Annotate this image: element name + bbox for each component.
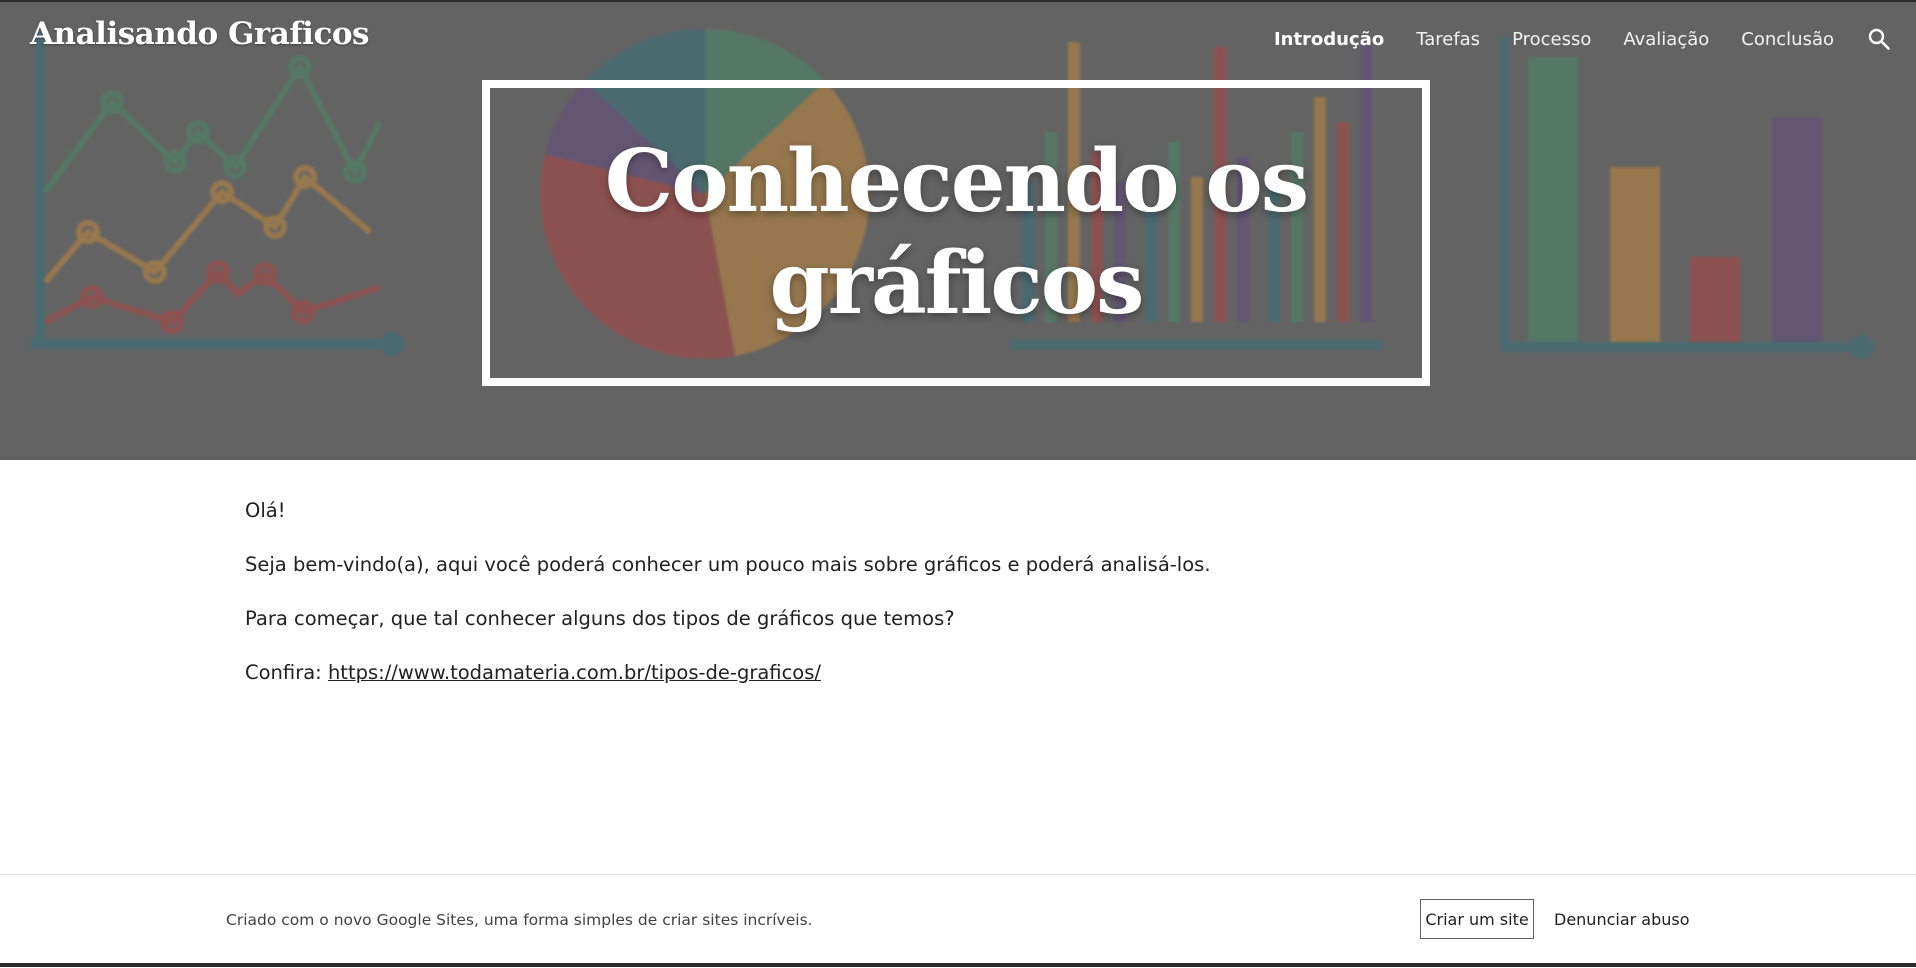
report-abuse-link[interactable]: Denunciar abuso bbox=[1554, 910, 1690, 929]
search-button[interactable] bbox=[1864, 24, 1894, 54]
nav-item-tarefas[interactable]: Tarefas bbox=[1416, 29, 1480, 50]
nav-item-introducao[interactable]: Introdução bbox=[1274, 29, 1384, 50]
footer-credit-text: Criado com o novo Google Sites, uma form… bbox=[226, 911, 813, 929]
main-content: Olá! Seja bem-vindo(a), aqui você poderá… bbox=[245, 498, 1445, 714]
window-bottom-edge bbox=[0, 963, 1916, 967]
site-title[interactable]: Analisando Graficos bbox=[30, 16, 369, 52]
nav-item-avaliacao[interactable]: Avaliação bbox=[1623, 29, 1709, 50]
page-title: Conhecendo os gráficos bbox=[604, 131, 1309, 334]
search-icon bbox=[1868, 28, 1890, 50]
confira-paragraph: Confira: https://www.todamateria.com.br/… bbox=[245, 660, 1445, 686]
question-text: Para começar, que tal conhecer alguns do… bbox=[245, 607, 955, 630]
hero-title-box: Conhecendo os gráficos bbox=[482, 80, 1430, 386]
tipos-de-graficos-link[interactable]: https://www.todamateria.com.br/tipos-de-… bbox=[328, 661, 821, 684]
greeting-text: Olá! bbox=[245, 499, 286, 522]
site-footer: Criado com o novo Google Sites, uma form… bbox=[0, 874, 1916, 968]
nav-item-conclusao[interactable]: Conclusão bbox=[1741, 29, 1834, 50]
welcome-text: Seja bem-vindo(a), aqui você poderá conh… bbox=[245, 553, 1211, 576]
nav-item-processo[interactable]: Processo bbox=[1512, 29, 1591, 50]
main-nav: Introdução Tarefas Processo Avaliação Co… bbox=[1242, 2, 1916, 76]
confira-label: Confira: bbox=[245, 661, 322, 684]
create-site-button[interactable]: Criar um site bbox=[1420, 899, 1534, 939]
hero-header: Analisando Graficos Introdução Tarefas P… bbox=[0, 0, 1916, 460]
